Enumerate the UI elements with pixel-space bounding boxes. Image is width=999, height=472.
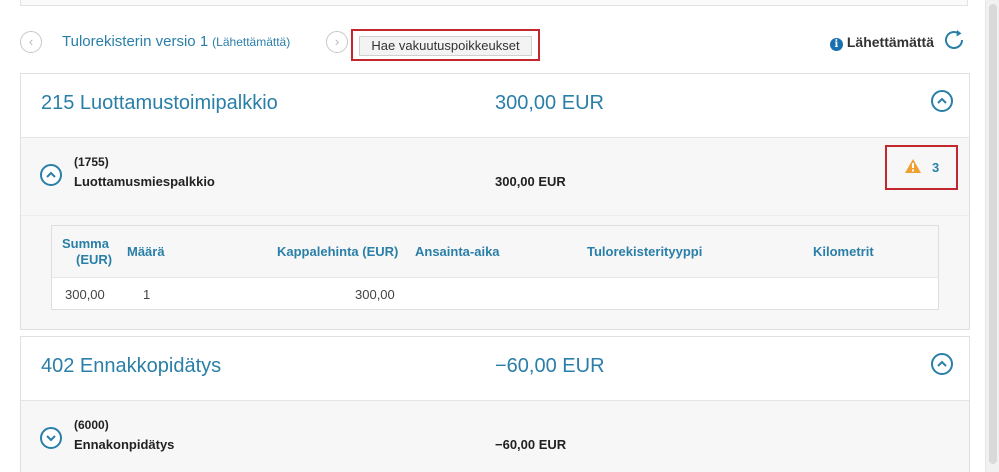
previous-card-edge — [20, 0, 968, 6]
card-title: 215 Luottamustoimipalkkio — [41, 92, 278, 114]
chevron-up-icon — [937, 360, 947, 367]
version-status: (Lähettämättä) — [212, 35, 291, 49]
col-header-summa-unit: (EUR) — [76, 252, 113, 267]
col-header-tulorekisterityyppi: Tulorekisterityyppi — [587, 244, 703, 259]
fetch-insurance-exceptions-button[interactable]: Hae vakuutuspoikkeukset — [359, 36, 532, 56]
info-icon: i — [829, 38, 843, 51]
card-title: 402 Ennakkopidätys — [41, 355, 222, 377]
detail-area: Summa (EUR) Määrä Kappalehinta (EUR) Ans… — [21, 216, 969, 329]
collapse-sub-item-button[interactable] — [40, 164, 62, 186]
submission-status: i Lähettämättä — [829, 34, 934, 51]
sub-item-row: (1755) Luottamusmiespalkkio 300,00 EUR 3 — [21, 138, 969, 216]
cell-maara: 1 — [143, 287, 151, 302]
card-amount: 300,00 EUR — [495, 92, 604, 114]
next-version-button[interactable]: › — [326, 31, 348, 53]
chevron-up-icon — [937, 97, 947, 104]
vertical-scrollbar[interactable] — [985, 0, 999, 472]
sub-item-name: Ennakonpidätys — [74, 437, 175, 452]
sub-item-amount: 300,00 EUR — [495, 174, 566, 189]
col-header-kappalehinta: Kappalehinta (EUR) — [277, 244, 399, 259]
sub-item-row: (6000) Ennakonpidätys −60,00 EUR — [21, 401, 969, 472]
chevron-left-icon: ‹ — [28, 34, 34, 49]
submission-status-text: Lähettämättä — [846, 34, 934, 50]
income-card-215: 215 Luottamustoimipalkkio 300,00 EUR (17… — [20, 73, 970, 330]
sub-item-amount: −60,00 EUR — [495, 437, 567, 452]
expand-sub-item-button[interactable] — [40, 427, 62, 449]
sub-item-name: Luottamusmiespalkkio — [74, 174, 215, 189]
col-header-summa: Summa — [62, 236, 109, 251]
card-header[interactable]: 215 Luottamustoimipalkkio 300,00 EUR — [21, 74, 969, 138]
table-header-row: Summa (EUR) Määrä Kappalehinta (EUR) Ans… — [52, 226, 938, 278]
income-card-402: 402 Ennakkopidätys −60,00 EUR (6000) Enn… — [20, 336, 970, 472]
chevron-down-icon — [46, 435, 56, 442]
warning-triangle-icon — [905, 159, 921, 173]
version-title: Tulorekisterin versio 1 (Lähettämättä) — [62, 33, 290, 50]
collapse-card-button[interactable] — [931, 353, 953, 375]
collapse-card-button[interactable] — [931, 90, 953, 112]
col-header-kilometrit: Kilometrit — [813, 244, 874, 259]
detail-table: Summa (EUR) Määrä Kappalehinta (EUR) Ans… — [51, 225, 939, 310]
chevron-up-icon — [46, 171, 56, 178]
chevron-right-icon: › — [334, 34, 340, 49]
cell-kappalehinta: 300,00 — [355, 287, 395, 302]
card-amount: −60,00 EUR — [495, 355, 605, 377]
cell-summa: 300,00 — [65, 287, 105, 302]
col-header-ansainta-aika: Ansainta-aika — [415, 244, 500, 259]
warnings-indicator[interactable]: 3 — [885, 145, 958, 190]
col-header-maara: Määrä — [127, 244, 165, 259]
sub-item-code: (1755) — [74, 155, 109, 169]
version-bar: ‹ Tulorekisterin versio 1 (Lähettämättä) … — [20, 28, 970, 61]
warning-count: 3 — [932, 160, 940, 175]
refresh-icon[interactable] — [942, 28, 966, 52]
scrollbar-thumb[interactable] — [989, 4, 997, 464]
fetch-button-highlight: Hae vakuutuspoikkeukset — [351, 29, 540, 61]
card-header[interactable]: 402 Ennakkopidätys −60,00 EUR — [21, 337, 969, 401]
version-title-text: Tulorekisterin versio 1 — [62, 33, 209, 50]
prev-version-button[interactable]: ‹ — [20, 31, 42, 53]
sub-item-code: (6000) — [74, 418, 109, 432]
